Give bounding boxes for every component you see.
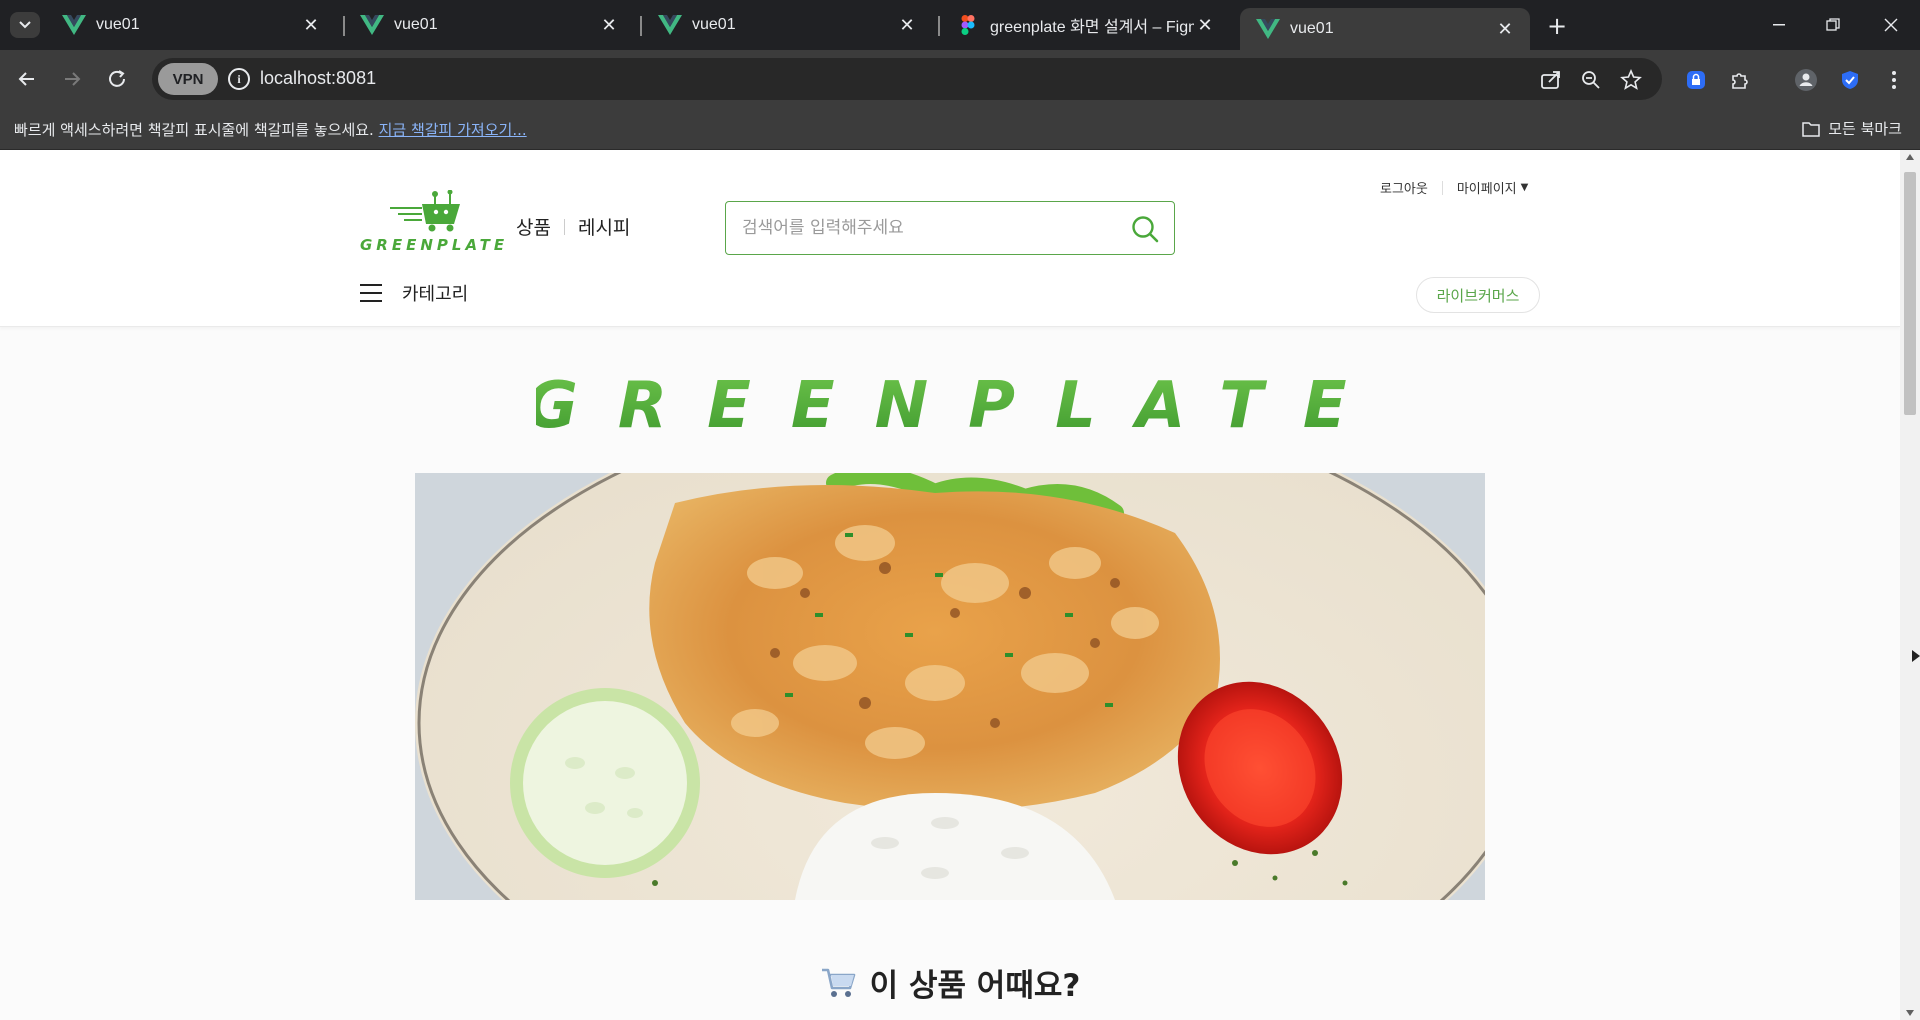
bookmark-prompt-text: 빠르게 액세스하려면 책갈피 표시줄에 책갈피를 놓으세요. (14, 121, 374, 139)
close-icon[interactable]: ✕ (1194, 14, 1216, 36)
minimize-button[interactable] (1756, 10, 1802, 40)
share-icon[interactable] (1538, 67, 1564, 93)
top-links: 로그아웃 마이페이지 ▼ (1380, 178, 1528, 197)
web-page: 로그아웃 마이페이지 ▼ GREENPLATE 상품 레시피 검색어를 입력해주… (0, 150, 1900, 1020)
food-plate-photo (415, 473, 1485, 900)
category-label: 카테고리 (402, 284, 469, 305)
close-icon[interactable]: ✕ (896, 14, 918, 36)
nav-recipes[interactable]: 레시피 (578, 213, 630, 240)
zoom-icon[interactable] (1578, 67, 1604, 93)
vpn-label: VPN (172, 70, 204, 88)
divider (563, 218, 565, 235)
reload-button[interactable] (100, 62, 134, 96)
vue-icon (62, 15, 86, 35)
forward-button[interactable] (55, 62, 89, 96)
reload-icon (109, 70, 125, 87)
page-scrollbar[interactable] (1900, 150, 1920, 1020)
category-menu[interactable]: 카테고리 (360, 280, 468, 306)
address-bar[interactable]: VPN i localhost:8081 (152, 58, 1662, 100)
section-title-text: 이 상품 어때요? (869, 968, 1081, 1004)
logout-link[interactable]: 로그아웃 (1380, 178, 1428, 197)
extension-shield-icon[interactable] (1836, 66, 1864, 94)
hamburger-icon (360, 284, 382, 302)
minimize-icon (1773, 24, 1785, 26)
browser-tab-active[interactable]: vue01 ✕ (1240, 8, 1530, 50)
new-tab-button[interactable]: + (1542, 12, 1572, 40)
nav-products[interactable]: 상품 (516, 213, 551, 240)
svg-text:GREENPLATE: GREENPLATE (536, 369, 1376, 443)
section-title: 이 상품 어때요? (0, 960, 1900, 1005)
more-menu-icon[interactable] (1880, 66, 1908, 94)
live-commerce-label: 라이브커머스 (1436, 286, 1520, 305)
tab-title: vue01 (96, 16, 140, 33)
arrow-right-icon (65, 72, 81, 86)
tab-title: vue01 (394, 16, 438, 33)
banner-logo-wordmark: GREENPLATE (525, 369, 1376, 443)
star-icon[interactable] (1618, 67, 1644, 93)
figma-icon (961, 15, 975, 35)
scrollbar-thumb[interactable] (1904, 172, 1916, 415)
cart-robot-logo-icon (390, 189, 460, 232)
back-button[interactable] (10, 62, 44, 96)
browser-tab[interactable]: vue01 ✕ (642, 8, 932, 42)
site-logo[interactable]: GREENPLATE (360, 189, 509, 258)
scroll-down-icon[interactable] (1906, 1010, 1914, 1016)
vue-icon (360, 15, 384, 35)
arrow-left-icon (18, 72, 34, 86)
tab-title: vue01 (692, 16, 736, 33)
all-bookmarks-button[interactable]: 모든 북마크 (1802, 118, 1902, 139)
restore-icon (1826, 18, 1840, 31)
browser-tab[interactable]: vue01 ✕ (46, 8, 336, 42)
logo-text: GREENPLATE (360, 236, 509, 254)
close-icon[interactable]: ✕ (598, 14, 620, 36)
folder-icon (1802, 121, 1820, 137)
close-icon[interactable]: ✕ (300, 14, 322, 36)
divider (1441, 180, 1443, 195)
browser-tab[interactable]: vue01 ✕ (344, 8, 634, 42)
plus-icon: + (1546, 12, 1568, 40)
tab-title: vue01 (1290, 20, 1334, 37)
site-info-icon[interactable]: i (228, 68, 250, 90)
url-text[interactable]: localhost:8081 (260, 68, 376, 89)
search-input[interactable] (742, 216, 1112, 240)
cart-icon (821, 968, 855, 997)
site-header: 로그아웃 마이페이지 ▼ GREENPLATE 상품 레시피 검색어를 입력해주… (0, 150, 1900, 327)
browser-tabbar: vue01 ✕ vue01 ✕ vue01 ✕ greenplate 화면 설계… (0, 0, 1920, 50)
browser-tab[interactable]: greenplate 화면 설계서 – Figma ✕ (940, 8, 1230, 42)
mypage-link[interactable]: 마이페이지 (1457, 178, 1517, 197)
browser-toolbar: VPN i localhost:8081 (0, 50, 1920, 108)
caret-down-icon[interactable]: ▼ (1521, 182, 1529, 193)
close-icon[interactable]: ✕ (1494, 18, 1516, 40)
extensions-puzzle-icon[interactable] (1726, 66, 1754, 94)
search-button[interactable] (1130, 214, 1160, 244)
window-close-button[interactable] (1868, 10, 1914, 40)
banner-logo: GREENPLATE (525, 357, 1376, 447)
profile-icon[interactable] (1792, 66, 1820, 94)
bookmark-prompt: 빠르게 액세스하려면 책갈피 표시줄에 책갈피를 놓으세요. 지금 책갈피 가져… (14, 119, 527, 140)
tab-title: greenplate 화면 설계서 – Figma (990, 19, 1194, 36)
vue-icon (658, 15, 682, 35)
scroll-up-icon[interactable] (1906, 154, 1914, 160)
extension-lock-icon[interactable] (1682, 66, 1710, 94)
main-nav: 상품 레시피 (516, 213, 630, 240)
restore-button[interactable] (1810, 10, 1856, 40)
tab-search-button[interactable] (10, 12, 40, 38)
search-box (725, 201, 1175, 255)
import-bookmarks-link[interactable]: 지금 책갈피 가져오기... (379, 121, 527, 139)
search-icon (1132, 216, 1159, 243)
mouse-cursor-icon (1912, 650, 1920, 662)
hero-banner-image[interactable] (415, 473, 1485, 900)
chevron-down-icon (19, 21, 31, 29)
bookmarks-bar: 빠르게 액세스하려면 책갈피 표시줄에 책갈피를 놓으세요. 지금 책갈피 가져… (0, 108, 1920, 150)
live-commerce-button[interactable]: 라이브커머스 (1416, 277, 1540, 313)
vue-icon (1256, 19, 1280, 39)
vpn-toggle[interactable]: VPN (158, 63, 218, 95)
all-bookmarks-label: 모든 북마크 (1828, 120, 1902, 138)
close-icon (1884, 18, 1898, 32)
